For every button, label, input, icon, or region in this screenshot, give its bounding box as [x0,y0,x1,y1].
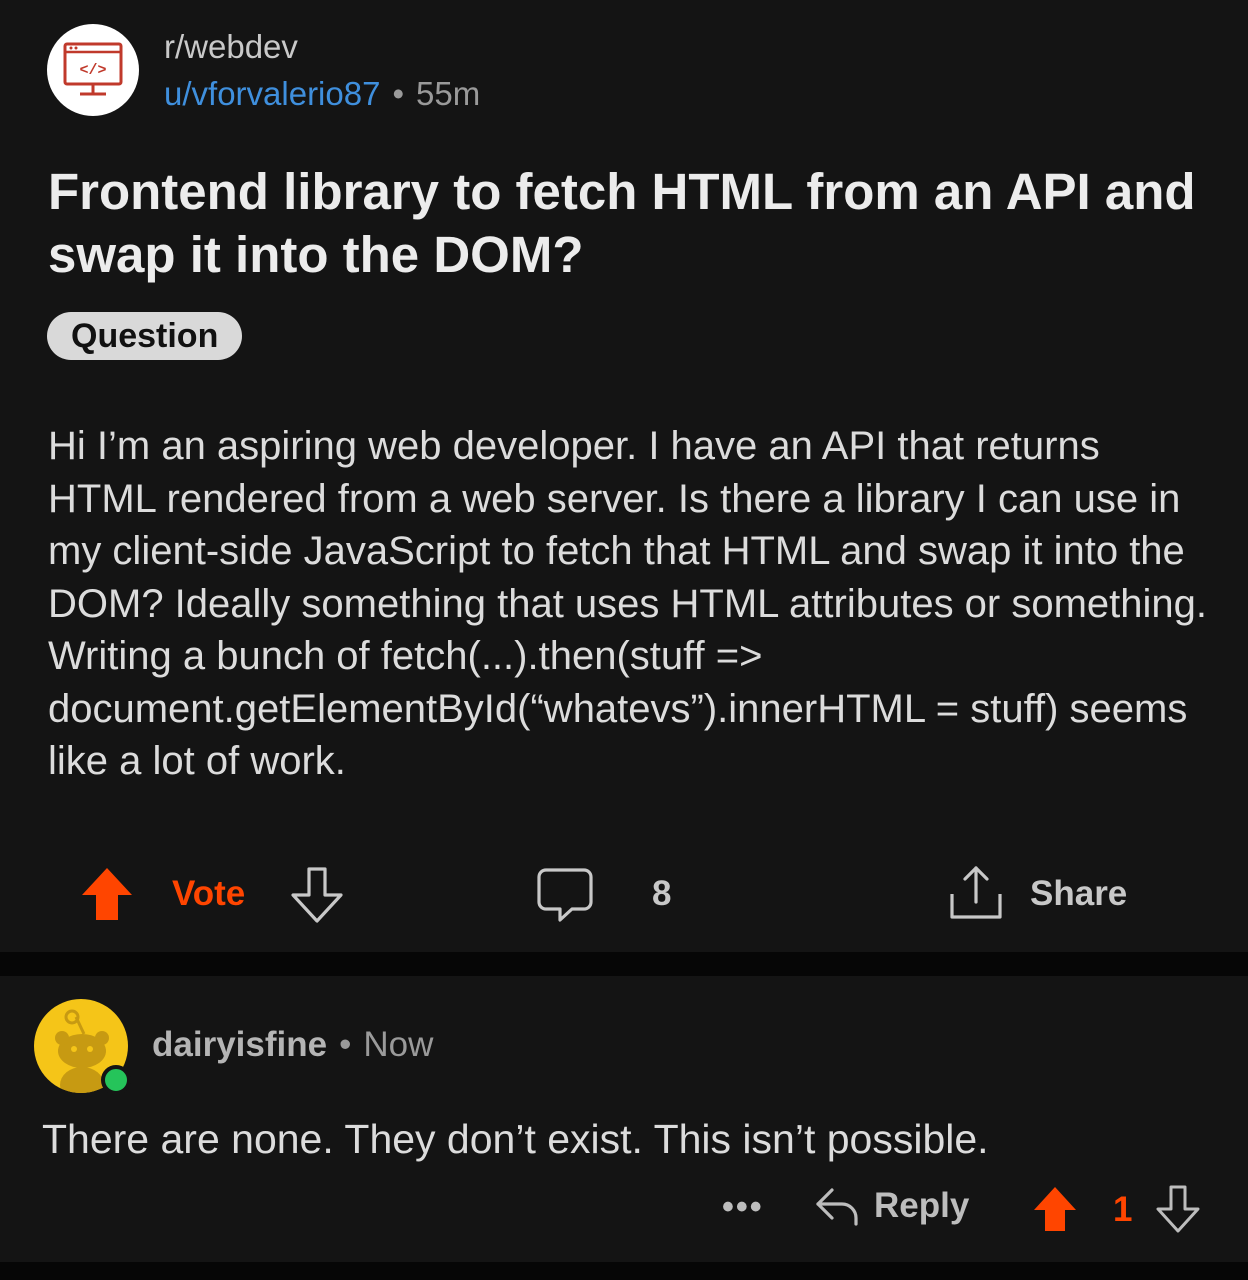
post-age: 55m [416,75,481,112]
post-flair[interactable]: Question [47,312,243,360]
section-divider [0,952,1248,976]
upvote-arrow-icon [1034,1187,1076,1231]
comment-count: 8 [652,874,672,913]
bottom-divider [0,1262,1248,1280]
svg-text:</>: </> [79,62,106,79]
comment-time: Now [363,1025,434,1064]
comment-meta: dairyisfine • Now [152,1025,433,1065]
more-options-button[interactable]: ••• [722,1188,764,1227]
post-title[interactable]: Frontend library to fetch HTML from an A… [48,160,1208,286]
post-card: </> r/webdev u/vforvalerio87 • 55m Fronten… [0,0,1248,952]
upvote-button[interactable] [80,866,134,922]
reply-label: Reply [874,1186,970,1225]
comment-downvote-button[interactable] [1155,1184,1201,1234]
downvote-button[interactable] [289,866,345,924]
share-button[interactable] [947,864,1005,922]
share-icon [950,866,1002,919]
post-author[interactable]: u/vforvalerio87 [164,75,380,112]
reply-arrow-icon [816,1188,858,1226]
online-status-icon [101,1065,131,1095]
post-body: Hi I’m an aspiring web developer. I have… [48,424,1208,783]
comment-score: 1 [1113,1190,1133,1229]
meta-separator: • [392,75,405,112]
subreddit-avatar[interactable]: </> [47,24,139,116]
vote-label: Vote [172,874,246,913]
downvote-arrow-icon [1156,1185,1200,1233]
post-meta: u/vforvalerio87 • 55m [164,75,480,113]
code-monitor-icon: </> [63,42,123,96]
comment-text: There are none. They don’t exist. This i… [42,1116,989,1162]
downvote-arrow-icon [291,867,343,923]
share-label: Share [1030,874,1128,913]
upvote-arrow-icon [82,868,132,920]
reply-button[interactable]: Reply [814,1184,969,1228]
subreddit-name[interactable]: r/webdev [164,28,298,66]
comment-bubble-icon [537,868,593,922]
comment-upvote-button[interactable] [1032,1185,1078,1233]
comment-username[interactable]: dairyisfine [152,1025,327,1064]
comment-meta-separator: • [339,1025,352,1064]
comments-button[interactable] [536,866,594,924]
